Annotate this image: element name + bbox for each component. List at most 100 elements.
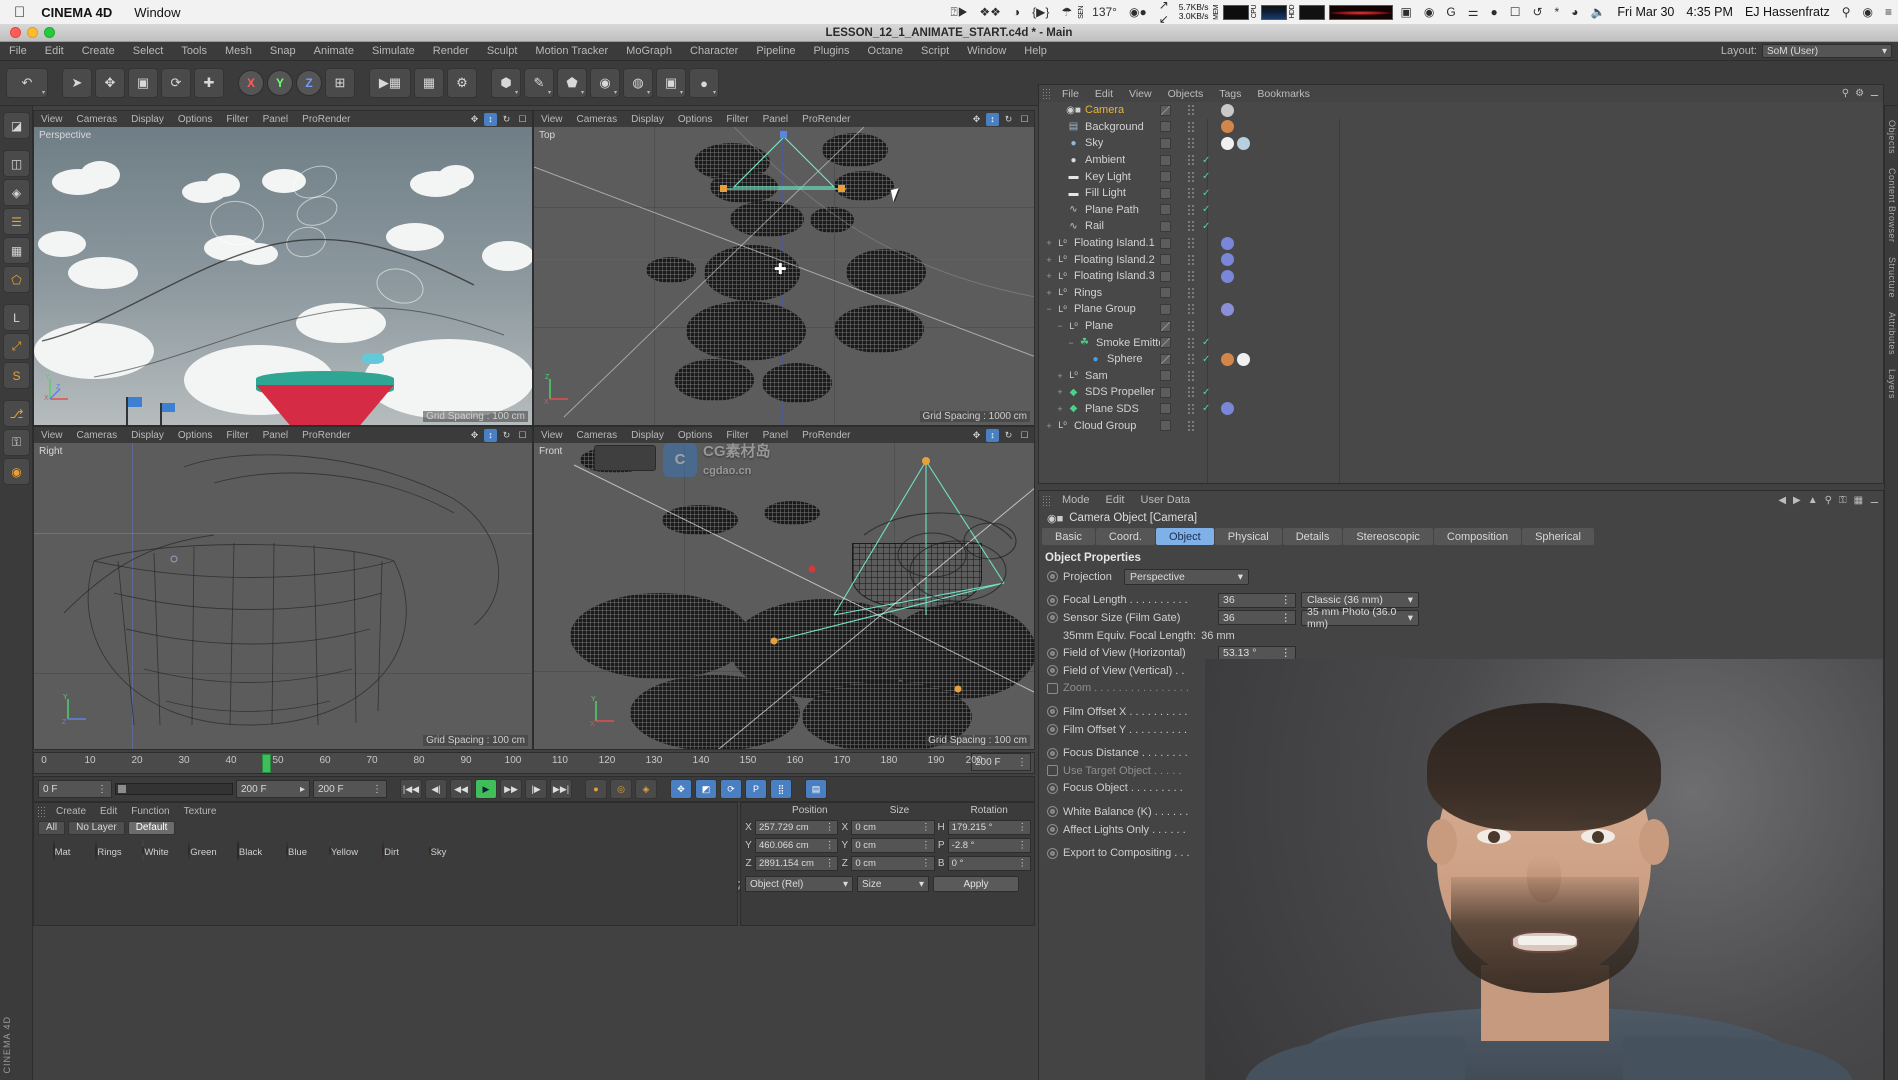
menu-pipeline[interactable]: Pipeline xyxy=(747,45,804,57)
vp3-dolly-icon[interactable]: ↕ xyxy=(484,428,497,442)
object-visibility-toggle[interactable] xyxy=(1160,386,1171,398)
object-name[interactable]: Cloud Group xyxy=(1074,420,1136,432)
expand-icon[interactable]: + xyxy=(1043,288,1055,298)
object-tree-row[interactable]: ● Ambient ✓ xyxy=(1039,152,1883,169)
camera-button[interactable]: ▣ ▾ xyxy=(656,68,686,98)
size-x-field[interactable]: 0 cm ⋮ xyxy=(851,819,935,835)
animate-marker-icon[interactable] xyxy=(1047,647,1058,659)
vp4-dolly-icon[interactable]: ↕ xyxy=(986,428,999,442)
vp4-menu-display[interactable]: Display xyxy=(624,430,671,441)
object-tag-group[interactable] xyxy=(1221,402,1234,416)
object-tree-row[interactable]: − L⁰ Plane xyxy=(1039,318,1883,335)
panel-grip-icon[interactable] xyxy=(37,805,46,817)
am-toolbar-icons[interactable]: ◀ ▶ ▲ ⚲ ⚿ ▦ ⚊ xyxy=(1778,495,1879,506)
front-viewport-canvas[interactable]: Front Grid Spacing : 100 cm X Y xyxy=(534,443,1034,749)
animate-marker-icon[interactable] xyxy=(1047,824,1058,836)
animate-marker-icon[interactable] xyxy=(1047,747,1058,759)
vp1-menu-options[interactable]: Options xyxy=(171,114,219,125)
vp1-menu-cameras[interactable]: Cameras xyxy=(70,114,125,125)
live-selection-tool[interactable]: ◪ xyxy=(3,112,30,139)
spinner-icon[interactable]: ⋮ xyxy=(1017,757,1027,768)
memory-graph[interactable] xyxy=(1222,4,1249,20)
close-icon[interactable]: ⚊ xyxy=(1870,495,1879,506)
object-layer-dots-icon[interactable] xyxy=(1187,137,1196,150)
tab-stereoscopic[interactable]: Stereoscopic xyxy=(1343,528,1433,545)
position-x-field[interactable]: 257.729 cm ⋮ xyxy=(755,819,839,835)
collapse-icon[interactable]: ⚊ xyxy=(1870,88,1879,99)
layout-dropdown[interactable]: SoM (User) ▾ xyxy=(1762,44,1892,58)
istat-icon[interactable]: ▣ xyxy=(1401,5,1412,19)
temperature-value[interactable]: 137° xyxy=(1092,5,1117,19)
menu-octane[interactable]: Octane xyxy=(859,45,912,57)
object-name[interactable]: Rings xyxy=(1074,287,1102,299)
object-tag-group[interactable] xyxy=(1221,120,1234,134)
object-tag-group[interactable] xyxy=(1221,302,1234,316)
menu-edit[interactable]: Edit xyxy=(36,45,73,57)
audio-graph[interactable] xyxy=(1328,4,1393,20)
expand-icon[interactable]: + xyxy=(1054,371,1066,381)
vp1-dolly-icon[interactable]: ↕ xyxy=(484,112,497,126)
object-tree-row[interactable]: ● Sphere ✓ xyxy=(1039,351,1883,368)
play-button[interactable]: ▶ xyxy=(475,779,497,799)
spinner-icon[interactable]: ⋮ xyxy=(825,822,835,833)
object-enabled-check-icon[interactable]: ✓ xyxy=(1202,188,1210,199)
vpn-icon[interactable]: ⚌ xyxy=(1468,5,1479,19)
om-menu-edit[interactable]: Edit xyxy=(1087,88,1121,100)
object-tree-row[interactable]: ∿ Plane Path ✓ xyxy=(1039,202,1883,219)
spinner-icon[interactable]: ⋮ xyxy=(1281,647,1292,659)
vp2-dolly-icon[interactable]: ↕ xyxy=(986,112,999,126)
object-tree-row[interactable]: ▤ Background xyxy=(1039,119,1883,136)
tag-sky-tag[interactable] xyxy=(1237,136,1250,150)
timemachine-icon[interactable]: ↺ xyxy=(1532,5,1542,19)
vp2-maximize-icon[interactable]: ☐ xyxy=(1018,113,1031,126)
size-z-field[interactable]: 0 cm ⋮ xyxy=(851,855,935,871)
undo-button[interactable]: ↶ ▾ xyxy=(6,68,48,98)
screen-record-icon[interactable]: ⍰▶ xyxy=(951,5,968,20)
vp4-menu-cameras[interactable]: Cameras xyxy=(570,430,625,441)
tag-align-spline-tag[interactable] xyxy=(1221,302,1234,316)
vp1-pan-icon[interactable]: ✥ xyxy=(468,113,481,126)
object-visibility-toggle[interactable] xyxy=(1160,121,1171,133)
object-visibility-toggle[interactable] xyxy=(1160,154,1171,166)
bandwidth-icon[interactable]: ◉● xyxy=(1129,5,1147,19)
poly-tool[interactable]: ◈ xyxy=(3,179,30,206)
volume-icon[interactable]: 🔈 xyxy=(1590,5,1605,19)
vp4-menu-view[interactable]: View xyxy=(534,430,570,441)
apple-menu-icon[interactable]:  xyxy=(14,5,25,20)
vp4-menu-options[interactable]: Options xyxy=(671,430,719,441)
object-layer-dots-icon[interactable] xyxy=(1187,402,1196,415)
tab-physical[interactable]: Physical xyxy=(1214,528,1282,545)
spinner-icon[interactable]: ⋮ xyxy=(921,858,931,869)
scale-tool-button[interactable]: ▣ xyxy=(128,68,158,98)
perspective-viewport-canvas[interactable]: Perspective Grid Spacing : 100 cm X Y Z xyxy=(34,127,532,425)
object-name[interactable]: Plane xyxy=(1085,320,1113,332)
frame-range-knob[interactable] xyxy=(118,785,126,793)
object-tree-row[interactable]: + L⁰ Sam xyxy=(1039,368,1883,385)
menu-window[interactable]: Window xyxy=(958,45,1015,57)
menubar-date[interactable]: Fri Mar 30 xyxy=(1617,5,1674,19)
object-name[interactable]: Camera xyxy=(1085,104,1124,116)
object-visibility-toggle[interactable] xyxy=(1160,287,1171,299)
right-viewport[interactable]: View Cameras Display Options Filter Pane… xyxy=(33,426,533,750)
object-enabled-check-icon[interactable]: ✓ xyxy=(1202,403,1210,414)
vp4-maximize-icon[interactable]: ☐ xyxy=(1018,429,1031,442)
object-tree-row[interactable]: + L⁰ Floating Island.1 xyxy=(1039,235,1883,252)
vp1-menu-display[interactable]: Display xyxy=(124,114,171,125)
environment-button[interactable]: ◍ ▾ xyxy=(623,68,653,98)
axis-x-button[interactable]: X xyxy=(238,70,264,96)
range-end-field[interactable]: 200 F ▸ xyxy=(236,780,310,798)
size-y-field[interactable]: 0 cm ⋮ xyxy=(851,837,935,853)
spinner-icon[interactable]: ⋮ xyxy=(1017,840,1027,851)
tab-composition[interactable]: Composition xyxy=(1433,528,1522,545)
layout-switcher[interactable]: Layout: SoM (User) ▾ xyxy=(1721,44,1892,58)
model-tool[interactable]: ⬠ xyxy=(3,266,30,293)
pin-icon[interactable]: ▲ xyxy=(1808,495,1818,506)
am-menu-user-data[interactable]: User Data xyxy=(1133,494,1199,506)
expand-icon[interactable]: + xyxy=(1043,238,1055,248)
point-tool[interactable]: ▦ xyxy=(3,237,30,264)
object-name[interactable]: Plane Path xyxy=(1085,204,1139,216)
object-layer-dots-icon[interactable] xyxy=(1187,336,1196,349)
rotation-b-field[interactable]: 0 ° ⋮ xyxy=(947,855,1031,871)
deformer-button[interactable]: ◉ ▾ xyxy=(590,68,620,98)
expand-icon[interactable]: + xyxy=(1043,421,1055,431)
